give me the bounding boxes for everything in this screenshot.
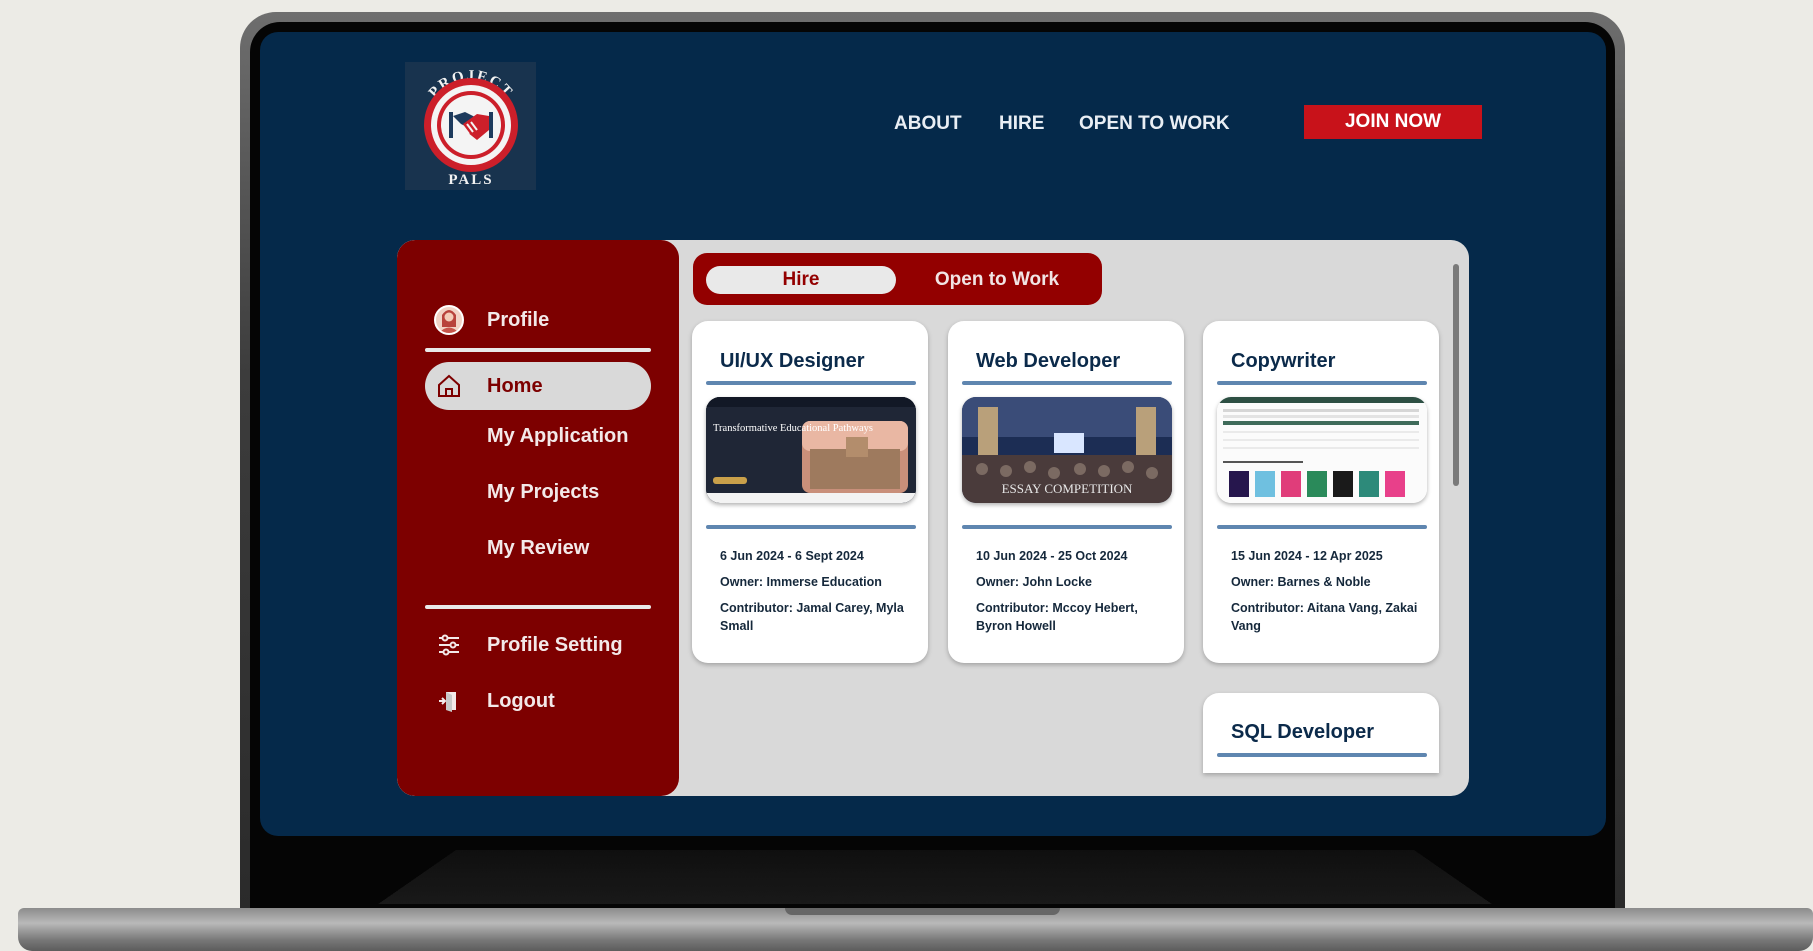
card-owner: Owner: Barnes & Noble [1231, 575, 1371, 589]
svg-text:ESSAY COMPETITION: ESSAY COMPETITION [1002, 481, 1133, 496]
sidebar-item-label: My Projects [487, 480, 600, 503]
card-title: Copywriter [1231, 350, 1336, 372]
project-card[interactable]: SQL Developer [1203, 693, 1439, 773]
card-dates: 15 Jun 2024 - 12 Apr 2025 [1231, 549, 1383, 563]
sidebar-item-label: My Review [487, 536, 590, 559]
card-divider [962, 525, 1172, 529]
project-card[interactable]: UI/UX Designer Transformative Educationa… [692, 321, 928, 663]
sidebar-item-label: Home [487, 374, 543, 397]
sidebar-item-label: Profile Setting [487, 633, 623, 656]
card-divider [706, 525, 916, 529]
sidebar-item-logout[interactable]: Logout [425, 673, 651, 729]
card-divider [1217, 753, 1427, 757]
scrollbar[interactable] [1453, 264, 1459, 486]
card-dates: 10 Jun 2024 - 25 Oct 2024 [976, 549, 1128, 563]
nav-open-to-work[interactable]: OPEN TO WORK [1079, 113, 1230, 135]
card-title: UI/UX Designer [720, 350, 865, 372]
view-toggle: Hire Open to Work [693, 253, 1102, 305]
tab-hire[interactable]: Hire [706, 266, 896, 294]
logout-icon [429, 690, 469, 712]
app-screen: PROJECT PALS ABOUT HIRE OPEN TO WORK JOI… [260, 32, 1606, 836]
handshake-logo-icon: PROJECT PALS [424, 68, 518, 188]
card-thumbnail: Transformative Educational Pathways [706, 397, 916, 503]
sidebar-item-home[interactable]: Home [425, 362, 651, 410]
sidebar-item-my-projects[interactable]: My Projects [425, 464, 651, 520]
card-divider [1217, 525, 1427, 529]
tab-open-to-work[interactable]: Open to Work [903, 266, 1091, 294]
home-icon [429, 373, 469, 399]
nav-hire[interactable]: HIRE [999, 113, 1044, 135]
sidebar-divider [425, 348, 651, 352]
sidebar-item-label: My Application [487, 424, 629, 447]
sidebar-item-profile[interactable]: Profile [425, 292, 651, 348]
card-divider [962, 381, 1172, 385]
nav-about[interactable]: ABOUT [894, 113, 962, 135]
card-title: SQL Developer [1231, 721, 1375, 743]
sidebar: Profile Home My Application My Projects [397, 240, 679, 796]
card-thumbnail: ESSAY COMPETITION [962, 397, 1172, 503]
card-contributor: Contributor: Jamal Carey, Myla Small [720, 601, 904, 633]
sidebar-divider [425, 605, 651, 609]
svg-text:Transformative Educational Pat: Transformative Educational Pathways [713, 423, 873, 434]
avatar [434, 305, 464, 335]
sliders-icon [429, 633, 469, 657]
sidebar-item-my-review[interactable]: My Review [425, 520, 651, 576]
sidebar-item-my-application[interactable]: My Application [425, 408, 651, 464]
sidebar-item-label: Logout [487, 689, 555, 712]
sidebar-item-label: Profile [487, 308, 550, 331]
join-now-button[interactable]: JOIN NOW [1304, 105, 1482, 139]
project-pals-logo[interactable]: PROJECT PALS [405, 62, 536, 190]
project-card[interactable]: Copywriter 15 Jun 2024 - 12 Apr 2025 Own… [1203, 321, 1439, 663]
card-dates: 6 Jun 2024 - 6 Sept 2024 [720, 549, 864, 563]
card-owner: Owner: John Locke [976, 575, 1092, 589]
card-contributor: Contributor: Mccoy Hebert, Byron Howell [976, 601, 1138, 633]
dashboard-panel: Profile Home My Application My Projects [397, 240, 1469, 796]
card-divider [1217, 381, 1427, 385]
card-owner: Owner: Immerse Education [720, 575, 882, 589]
project-card[interactable]: Web Developer ESSAY COMPETITION 10 Jun 2… [948, 321, 1184, 663]
card-contributor: Contributor: Aitana Vang, Zakai Vang [1231, 601, 1418, 633]
sidebar-item-profile-setting[interactable]: Profile Setting [425, 617, 651, 673]
svg-text:PALS: PALS [448, 172, 493, 188]
keyboard-reflection [378, 850, 1492, 904]
card-divider [706, 381, 916, 385]
card-title: Web Developer [976, 350, 1121, 372]
card-thumbnail [1217, 397, 1427, 503]
laptop-notch [785, 908, 1060, 915]
